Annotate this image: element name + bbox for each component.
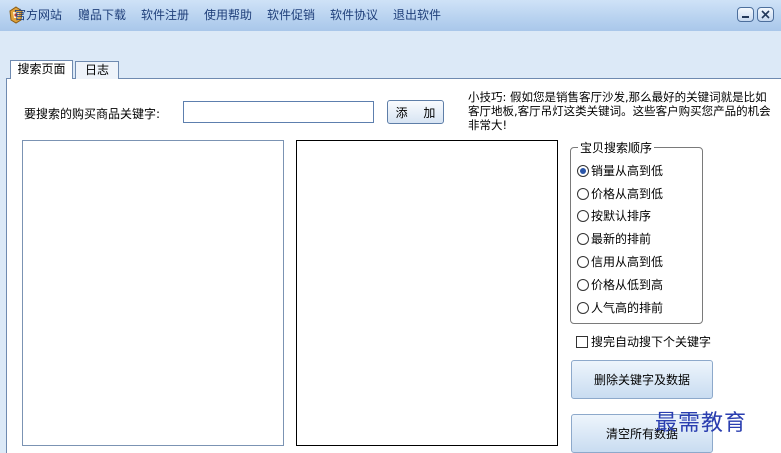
- radio-price-high-to-low[interactable]: 价格从高到低: [577, 185, 663, 202]
- tip-text: 小技巧: 假如您是销售客厅沙发,那么最好的关键词就是比如客厅地板,客厅吊灯这类关…: [468, 90, 771, 132]
- radio-icon: [577, 302, 589, 314]
- delete-keywords-button[interactable]: 删除关键字及数据: [571, 360, 713, 399]
- radio-label: 人气高的排前: [591, 301, 664, 315]
- minimize-icon: [742, 16, 749, 18]
- close-icon: [761, 10, 770, 19]
- auto-next-keyword-checkbox[interactable]: 搜完自动搜下个关键字: [576, 333, 711, 350]
- radio-credit-high-to-low[interactable]: 信用从高到低: [577, 253, 663, 270]
- search-keyword-label: 要搜索的购买商品关键字:: [24, 107, 161, 121]
- radio-icon: [577, 210, 589, 222]
- radio-icon: [577, 279, 589, 291]
- radio-sales-high-to-low[interactable]: 销量从高到低: [577, 162, 663, 179]
- radio-label: 信用从高到低: [591, 255, 664, 269]
- tab-search-page[interactable]: 搜索页面: [10, 60, 73, 79]
- radio-label: 价格从低到高: [591, 278, 664, 292]
- menu-item-help[interactable]: 使用帮助: [204, 6, 252, 23]
- checkbox-icon: [576, 336, 588, 348]
- add-keyword-button[interactable]: 添 加: [387, 100, 444, 124]
- menu-item-agreement[interactable]: 软件协议: [330, 6, 378, 23]
- radio-icon: [577, 188, 589, 200]
- menu-item-promotion[interactable]: 软件促销: [267, 6, 315, 23]
- menu-bar: [0, 31, 781, 60]
- minimize-button[interactable]: [737, 7, 754, 22]
- keyword-input[interactable]: [183, 101, 374, 123]
- keyword-list[interactable]: [22, 140, 284, 446]
- sort-order-legend: 宝贝搜索顺序: [578, 139, 655, 156]
- radio-price-low-to-high[interactable]: 价格从低到高: [577, 276, 663, 293]
- radio-label: 销量从高到低: [591, 164, 664, 178]
- close-button[interactable]: [757, 7, 774, 22]
- radio-label: 按默认排序: [591, 209, 652, 223]
- watermark-text: 最需教育: [655, 411, 748, 436]
- menu-item-exit[interactable]: 退出软件: [393, 6, 441, 23]
- radio-label: 价格从高到低: [591, 187, 664, 201]
- menu-item-gift-download[interactable]: 赠品下载: [78, 6, 126, 23]
- radio-popularity-first[interactable]: 人气高的排前: [577, 299, 663, 316]
- radio-checked-icon: [577, 165, 589, 177]
- tab-log[interactable]: 日志: [75, 61, 119, 79]
- radio-label: 最新的排前: [591, 232, 652, 246]
- radio-icon: [577, 233, 589, 245]
- radio-default-order[interactable]: 按默认排序: [577, 207, 651, 224]
- auto-next-label: 搜完自动搜下个关键字: [591, 335, 712, 349]
- result-list[interactable]: [296, 140, 558, 446]
- menu-item-register[interactable]: 软件注册: [141, 6, 189, 23]
- menu-item-official-site[interactable]: 官方网站: [14, 6, 62, 23]
- radio-icon: [577, 256, 589, 268]
- radio-newest-first[interactable]: 最新的排前: [577, 230, 651, 247]
